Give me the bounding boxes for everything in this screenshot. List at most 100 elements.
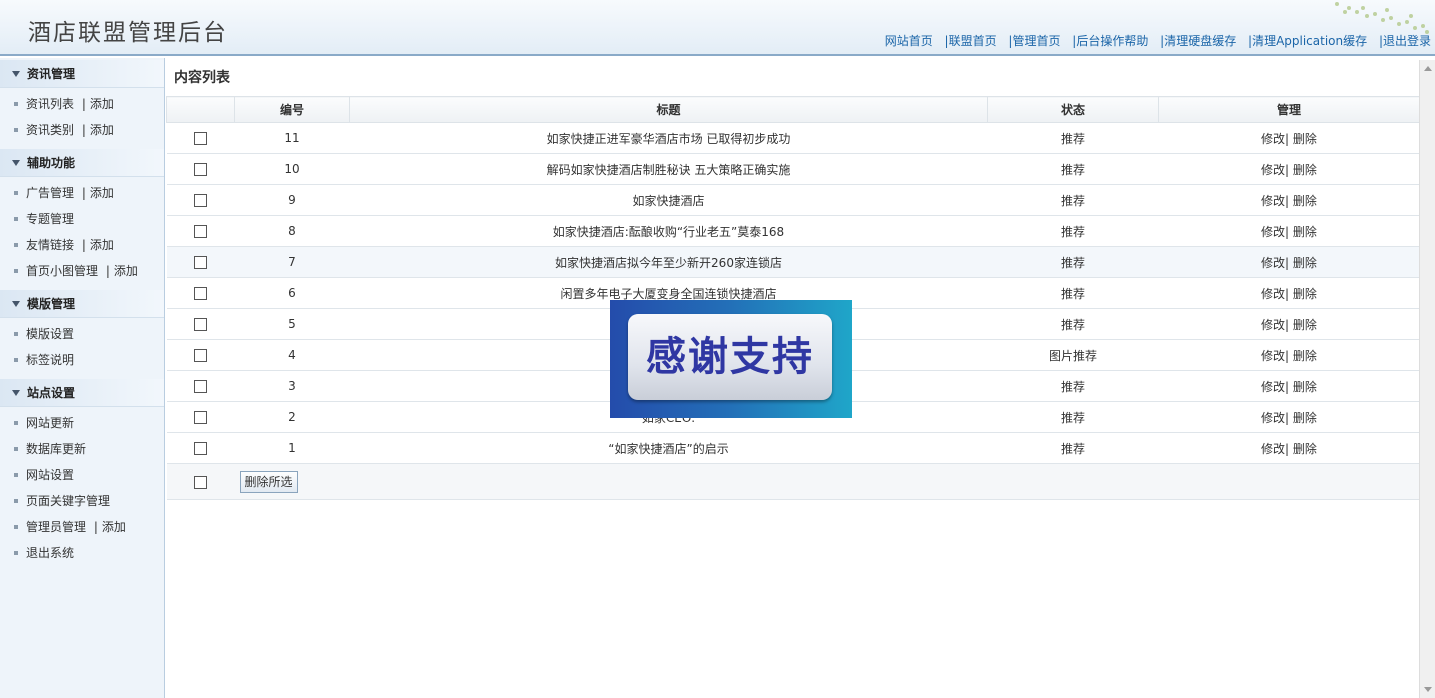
pipe-separator: | <box>102 264 110 278</box>
sidebar-add-link[interactable]: 添加 <box>102 520 126 534</box>
edit-link[interactable]: 修改| <box>1261 411 1289 425</box>
nav-spacer <box>937 34 941 48</box>
edit-link[interactable]: 修改| <box>1261 163 1289 177</box>
sidebar-section-0[interactable]: 资讯管理 <box>0 60 164 88</box>
scroll-down-icon[interactable] <box>1424 687 1432 692</box>
row-checkbox[interactable] <box>194 380 207 393</box>
top-nav-link-4[interactable]: |清理硬盘缓存 <box>1160 34 1236 48</box>
edit-link[interactable]: 修改| <box>1261 318 1289 332</box>
delete-link[interactable]: 删除 <box>1293 287 1317 301</box>
sidebar-item-link[interactable]: 资讯类别 <box>26 123 74 137</box>
sidebar-add-link[interactable]: 添加 <box>114 264 138 278</box>
bullet-icon <box>14 268 18 273</box>
row-title[interactable]: 如家快捷酒店:酝酿收购“行业老五”莫泰168 <box>349 215 988 247</box>
row-status: 推荐 <box>987 370 1159 402</box>
row-title[interactable]: 如家快捷酒店 <box>349 184 988 216</box>
row-id: 7 <box>234 246 350 278</box>
sidebar-item-link[interactable]: 广告管理 <box>26 186 74 200</box>
top-nav-link-2[interactable]: |管理首页 <box>1008 34 1060 48</box>
row-select-cell <box>166 184 235 216</box>
row-actions: 修改| 删除 <box>1158 122 1420 154</box>
delete-link[interactable]: 删除 <box>1293 225 1317 239</box>
sidebar-item-link[interactable]: 网站更新 <box>26 416 74 430</box>
row-id: 6 <box>234 277 350 309</box>
sidebar-add-link[interactable]: 添加 <box>90 97 114 111</box>
row-actions: 修改| 删除 <box>1158 153 1420 185</box>
row-title[interactable]: 如家快捷酒店拟今年至少新开260家连锁店 <box>349 246 988 278</box>
edit-link[interactable]: 修改| <box>1261 194 1289 208</box>
row-checkbox[interactable] <box>194 132 207 145</box>
row-checkbox[interactable] <box>194 225 207 238</box>
row-title[interactable]: “如家快捷酒店”的启示 <box>349 432 988 464</box>
row-checkbox[interactable] <box>194 163 207 176</box>
deco-dot <box>1365 14 1369 18</box>
deco-dot <box>1355 10 1359 14</box>
row-checkbox[interactable] <box>194 318 207 331</box>
delete-link[interactable]: 删除 <box>1293 442 1317 456</box>
col-title: 标题 <box>349 96 988 123</box>
sidebar-item-link[interactable]: 模版设置 <box>26 327 74 341</box>
sidebar-item-link[interactable]: 管理员管理 <box>26 520 86 534</box>
row-checkbox[interactable] <box>194 194 207 207</box>
row-select-cell <box>166 122 235 154</box>
row-title[interactable]: 如家快捷正进军豪华酒店市场 已取得初步成功 <box>349 122 988 154</box>
edit-link[interactable]: 修改| <box>1261 380 1289 394</box>
row-checkbox[interactable] <box>194 349 207 362</box>
row-checkbox[interactable] <box>194 442 207 455</box>
edit-link[interactable]: 修改| <box>1261 132 1289 146</box>
sidebar-section-1[interactable]: 辅助功能 <box>0 149 164 177</box>
delete-link[interactable]: 删除 <box>1293 411 1317 425</box>
row-title[interactable]: 解码如家快捷酒店制胜秘诀 五大策略正确实施 <box>349 153 988 185</box>
top-nav-link-1[interactable]: |联盟首页 <box>945 34 997 48</box>
delete-link[interactable]: 删除 <box>1293 318 1317 332</box>
deco-dot <box>1389 16 1393 20</box>
edit-link[interactable]: 修改| <box>1261 225 1289 239</box>
edit-link[interactable]: 修改| <box>1261 349 1289 363</box>
sidebar-item-link[interactable]: 页面关键字管理 <box>26 494 110 508</box>
delete-link[interactable]: 删除 <box>1293 194 1317 208</box>
sidebar-add-link[interactable]: 添加 <box>90 123 114 137</box>
row-status: 推荐 <box>987 277 1159 309</box>
sidebar-item-link[interactable]: 退出系统 <box>26 546 74 560</box>
scroll-up-icon[interactable] <box>1424 66 1432 71</box>
delete-link[interactable]: 删除 <box>1293 132 1317 146</box>
sidebar-section-3[interactable]: 站点设置 <box>0 379 164 407</box>
delete-link[interactable]: 删除 <box>1293 256 1317 270</box>
sidebar-add-link[interactable]: 添加 <box>90 238 114 252</box>
sidebar-section-2[interactable]: 模版管理 <box>0 290 164 318</box>
sidebar-item-link[interactable]: 标签说明 <box>26 353 74 367</box>
edit-link[interactable]: 修改| <box>1261 256 1289 270</box>
content-table: 编号 标题 状态 管理 11 如家快捷正进军豪华酒店市场 已取得初步成功 推荐 修改|… <box>166 96 1420 500</box>
row-id: 11 <box>234 122 350 154</box>
select-all-checkbox[interactable] <box>194 475 207 489</box>
delete-selected-button[interactable]: 删除所选 <box>239 470 298 493</box>
table-header-row: 编号 标题 状态 管理 <box>166 96 1420 123</box>
sidebar-item-link[interactable]: 数据库更新 <box>26 442 86 456</box>
sidebar-item-link[interactable]: 首页小图管理 <box>26 264 98 278</box>
top-nav-link-6[interactable]: |退出登录 <box>1379 34 1431 48</box>
delete-link[interactable]: 删除 <box>1293 349 1317 363</box>
top-nav-link-5[interactable]: |清理Application缓存 <box>1248 34 1367 48</box>
delete-link[interactable]: 删除 <box>1293 380 1317 394</box>
sidebar-add-link[interactable]: 添加 <box>90 186 114 200</box>
edit-link[interactable]: 修改| <box>1261 287 1289 301</box>
row-id: 4 <box>234 339 350 371</box>
delete-link[interactable]: 删除 <box>1293 163 1317 177</box>
sidebar-item-link[interactable]: 资讯列表 <box>26 97 74 111</box>
vertical-scrollbar[interactable] <box>1419 60 1435 698</box>
sidebar-item-link[interactable]: 友情链接 <box>26 238 74 252</box>
sidebar-item-link[interactable]: 专题管理 <box>26 212 74 226</box>
deco-dot <box>1421 24 1425 28</box>
row-checkbox[interactable] <box>194 411 207 424</box>
top-nav-link-3[interactable]: |后台操作帮助 <box>1072 34 1148 48</box>
row-checkbox[interactable] <box>194 256 207 269</box>
sidebar-item-link[interactable]: 网站设置 <box>26 468 74 482</box>
row-select-cell <box>166 339 235 371</box>
deco-dot <box>1335 2 1339 6</box>
row-actions: 修改| 删除 <box>1158 246 1420 278</box>
edit-link[interactable]: 修改| <box>1261 442 1289 456</box>
bullet-icon <box>14 524 18 529</box>
top-nav-link-0[interactable]: 网站首页 <box>885 34 933 48</box>
thanks-overlay-image: 感谢支持 <box>610 300 852 418</box>
row-checkbox[interactable] <box>194 287 207 300</box>
